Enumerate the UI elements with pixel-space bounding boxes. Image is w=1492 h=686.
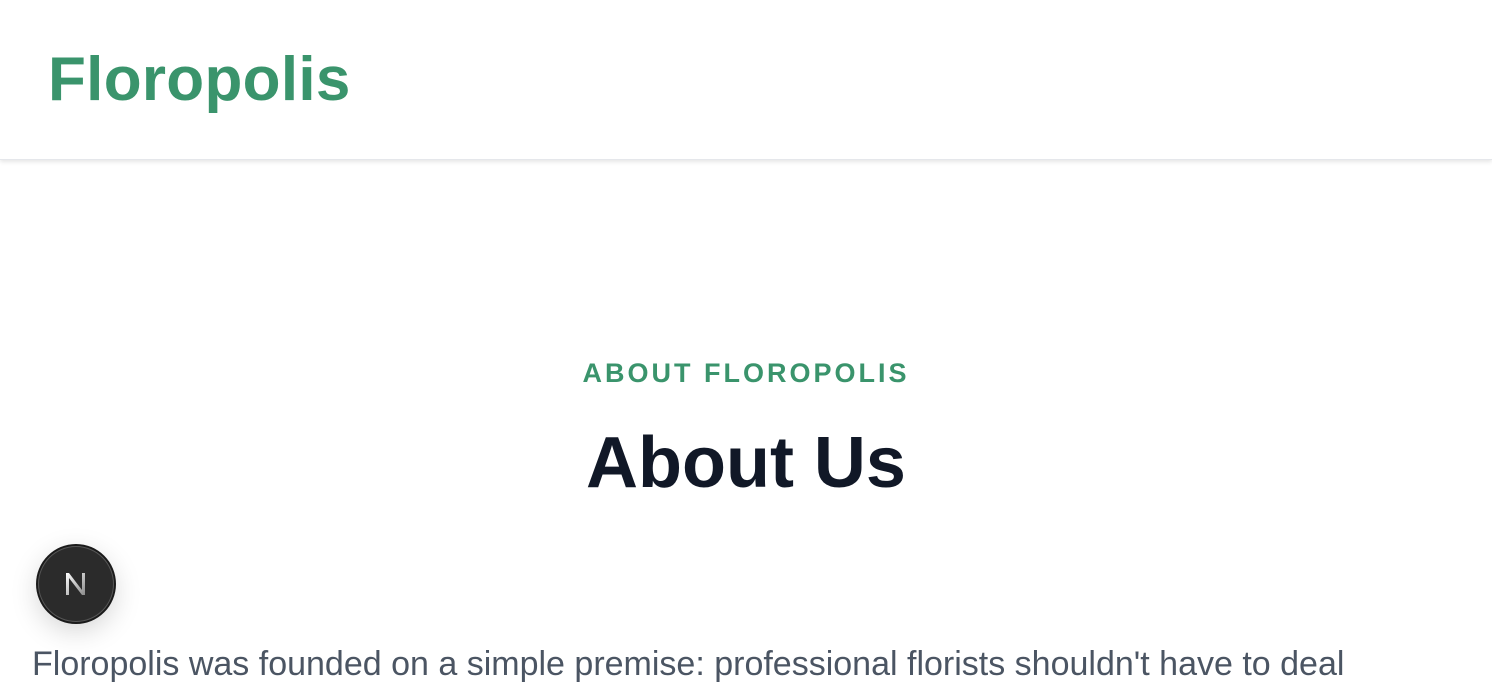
about-intro-paragraph: Floropolis was founded on a simple premi… <box>32 645 1345 683</box>
section-eyebrow: ABOUT FLOROPOLIS <box>582 358 910 388</box>
nextjs-dev-tools-button[interactable] <box>38 546 114 622</box>
site-header: Floropolis <box>0 0 1492 160</box>
brand-logo-link[interactable]: Floropolis <box>48 44 351 116</box>
nextjs-logo-icon <box>66 573 85 595</box>
page-title: About Us <box>586 423 906 503</box>
